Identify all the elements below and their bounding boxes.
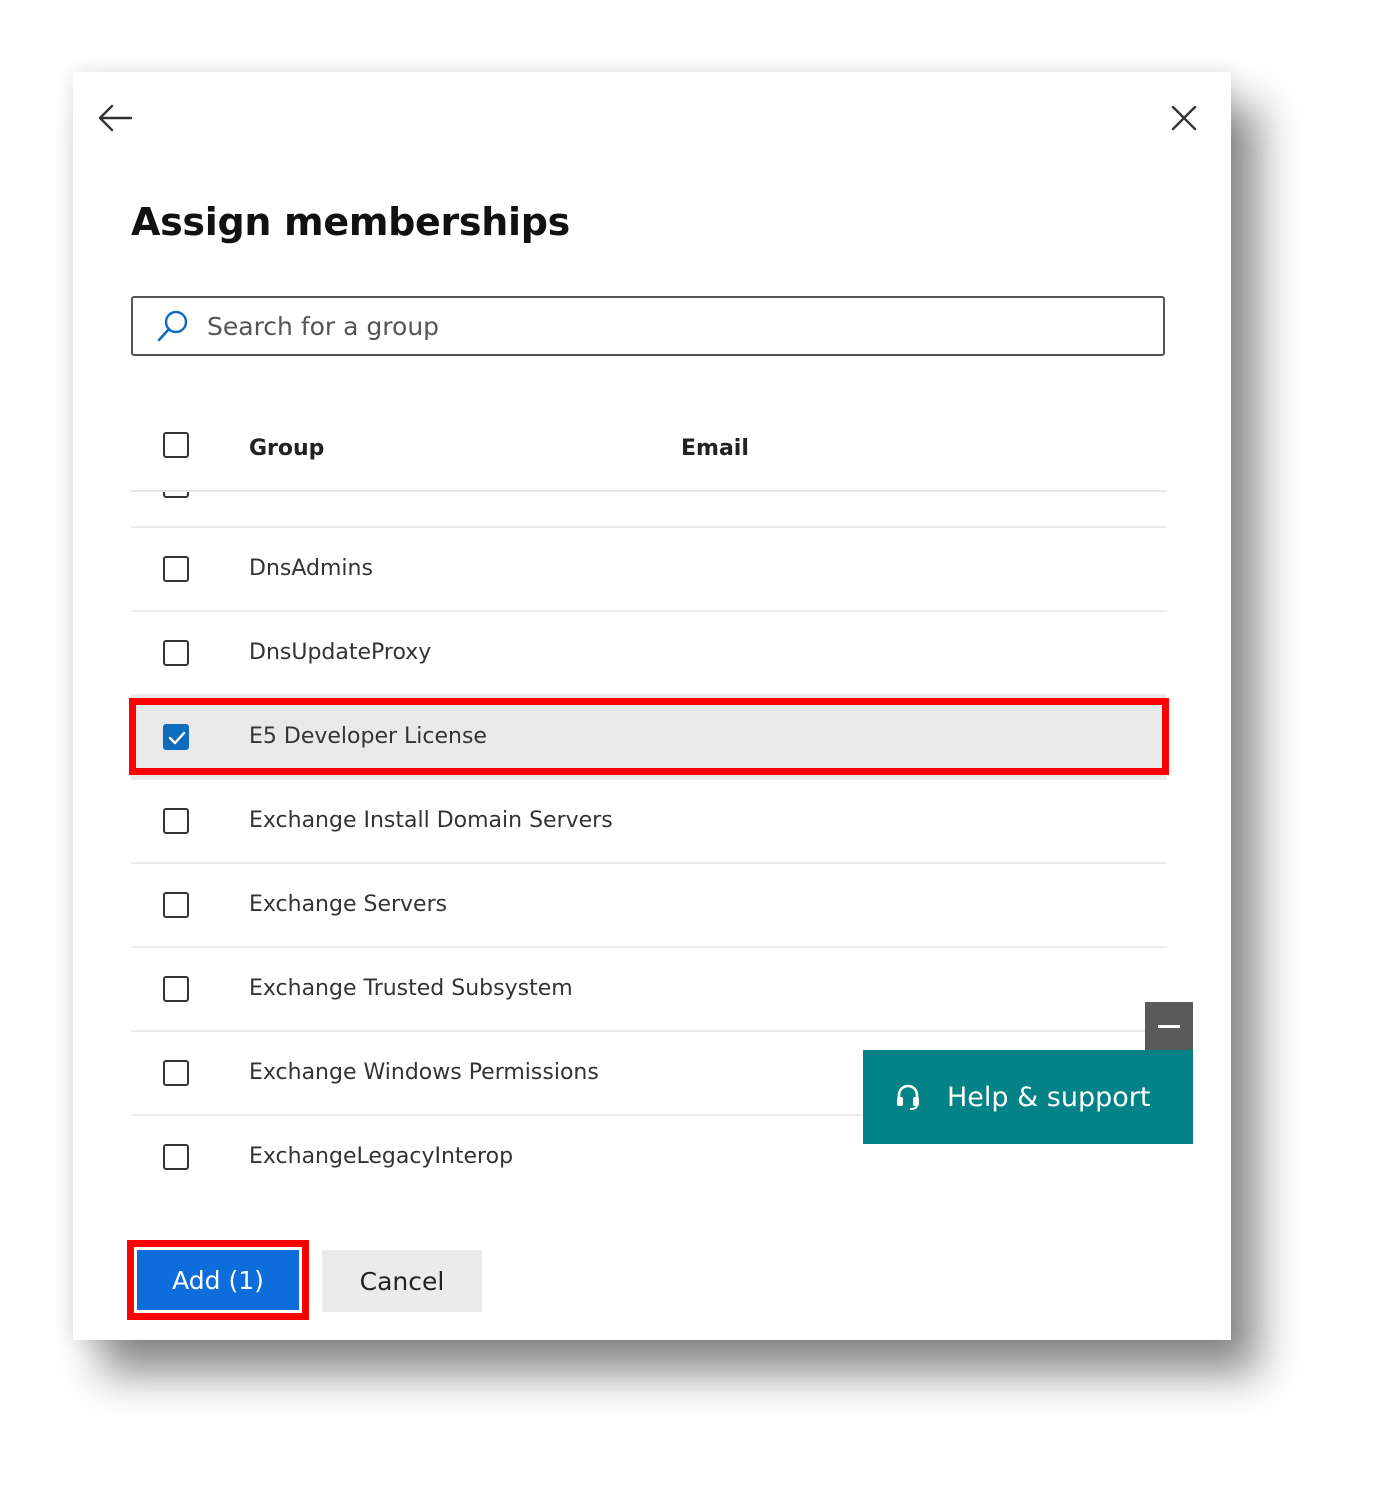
row-checkbox[interactable] <box>163 492 189 498</box>
close-icon <box>1171 105 1197 131</box>
cancel-button[interactable]: Cancel <box>322 1250 482 1312</box>
row-checkbox[interactable] <box>163 1144 189 1170</box>
row-checkbox[interactable] <box>163 808 189 834</box>
column-header-group: Group <box>249 436 325 461</box>
row-checkbox[interactable] <box>163 556 189 582</box>
table-row[interactable]: DnsUpdateProxy <box>131 612 1167 696</box>
back-arrow-icon <box>98 104 133 132</box>
group-name: E5 Developer License <box>249 724 487 749</box>
help-minimize-button[interactable] <box>1145 1002 1193 1050</box>
table-row-partial[interactable] <box>131 492 1167 528</box>
select-all-checkbox[interactable] <box>163 432 189 458</box>
close-button[interactable] <box>1160 94 1208 142</box>
group-name: DnsAdmins <box>249 556 373 581</box>
row-checkbox[interactable] <box>163 1060 189 1086</box>
help-support-button[interactable]: Help & support <box>863 1050 1193 1144</box>
search-icon <box>155 308 191 344</box>
row-checkbox-checked[interactable] <box>163 724 189 750</box>
help-support-label: Help & support <box>947 1081 1151 1113</box>
table-row[interactable]: Exchange Install Domain Servers <box>131 780 1167 864</box>
group-name: Exchange Servers <box>249 892 448 917</box>
row-checkbox[interactable] <box>163 892 189 918</box>
table-row[interactable]: Exchange Trusted Subsystem <box>131 948 1167 1032</box>
group-name: Exchange Install Domain Servers <box>249 808 613 833</box>
row-checkbox[interactable] <box>163 640 189 666</box>
headset-icon <box>893 1082 923 1112</box>
search-input[interactable] <box>205 297 1163 355</box>
group-name: DnsUpdateProxy <box>249 640 432 665</box>
table-row[interactable]: DnsAdmins <box>131 528 1167 612</box>
group-name: Exchange Windows Permissions <box>249 1060 599 1085</box>
table-row[interactable]: Exchange Servers <box>131 864 1167 948</box>
row-checkbox[interactable] <box>163 976 189 1002</box>
column-header-email: Email <box>681 436 749 461</box>
table-row-selected[interactable]: E5 Developer License <box>131 696 1167 780</box>
minimize-icon <box>1158 1024 1180 1028</box>
search-box[interactable] <box>131 296 1165 356</box>
group-name: Exchange Trusted Subsystem <box>249 976 573 1001</box>
back-button[interactable] <box>91 94 139 142</box>
add-button[interactable]: Add (1) <box>137 1250 299 1310</box>
assign-memberships-panel: Assign memberships Group Email DnsAdmins… <box>73 72 1231 1340</box>
checkmark-icon <box>168 731 186 745</box>
group-name: ExchangeLegacyInterop <box>249 1144 514 1169</box>
page-title: Assign memberships <box>131 200 570 244</box>
table-header: Group Email <box>131 412 1167 492</box>
